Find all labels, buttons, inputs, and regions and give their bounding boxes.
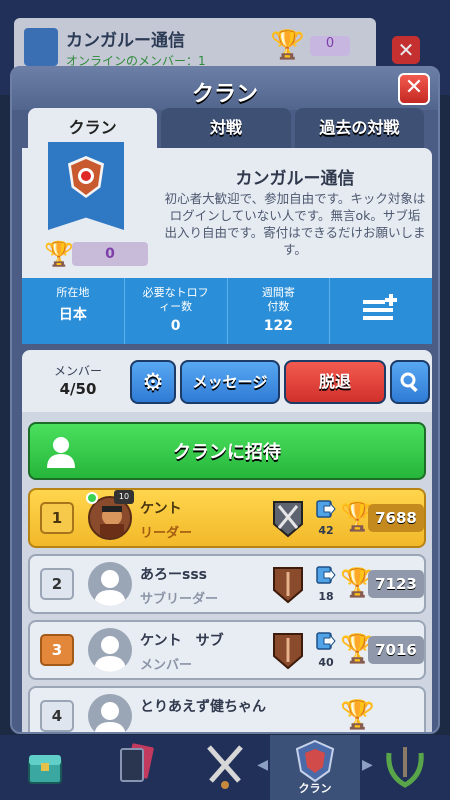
members-label: メンバー: [53, 364, 102, 378]
nav-left-arrow-icon: ◀: [257, 757, 268, 773]
tab-war[interactable]: 対戦: [161, 108, 291, 148]
member-name: あろーsss: [140, 567, 207, 583]
members-count: 4/50: [59, 380, 97, 398]
member-donations: 18: [318, 590, 334, 603]
stat-weekly-donations: 週間寄付数 122: [228, 278, 331, 344]
clan-description: 初心者大歓迎で、参加自由です。キック対象はログインしていない人です。無言ok。サ…: [164, 191, 426, 257]
tab-war-history[interactable]: 過去の対戦: [294, 108, 424, 148]
cards-icon: [120, 743, 154, 782]
gear-icon: ⚙: [142, 368, 164, 396]
member-name: ケント サブ: [140, 633, 224, 649]
member-rank: 1: [40, 502, 74, 534]
leave-button[interactable]: 脱退: [284, 360, 386, 404]
member-list: クランに招待 1 10 ケント リーダー 42 🏆 7688 2 あろーsss …: [22, 412, 432, 732]
stat-location: 所在地 日本: [22, 278, 125, 344]
clan-actions: メンバー 4/50 ⚙ メッセージ 脱退: [22, 350, 432, 412]
member-trophies: 7688: [368, 504, 424, 532]
nav-clan-label: クラン: [298, 782, 332, 795]
nav-battle[interactable]: ◀: [180, 735, 270, 800]
league-sword-icon: [273, 567, 303, 604]
settings-button[interactable]: ⚙: [130, 360, 176, 404]
member-trophies: 7123: [368, 570, 424, 598]
member-avatar: [88, 562, 132, 606]
member-row[interactable]: 4 とりあえず健ちゃん 🏆: [28, 686, 426, 732]
donation-icon: [316, 632, 336, 650]
nav-shop[interactable]: [0, 735, 90, 800]
nav-right-arrow-icon: ▶: [362, 757, 373, 773]
background-clan-name: カンガルー通信: [66, 31, 185, 51]
bottom-nav: ◀ クラン ▶: [0, 735, 450, 800]
stat-required-trophies: 必要なトロフィー数 0: [125, 278, 228, 344]
war-trophy-icon: 🏆: [44, 240, 74, 268]
modal-header: クラン ✕: [12, 68, 438, 110]
clan-name: カンガルー通信: [235, 169, 355, 189]
search-button[interactable]: [390, 360, 430, 404]
member-trophies: 7016: [368, 636, 424, 664]
member-rank: 3: [40, 634, 74, 666]
stat-required-trophies-label: 必要なトロフィー数: [142, 286, 209, 313]
close-button[interactable]: ✕: [398, 73, 430, 105]
clan-info-panel: 🏆 0 カンガルー通信 初心者大歓迎で、参加自由です。キック対象はログインしてい…: [22, 142, 432, 278]
donation-icon: [316, 566, 336, 584]
online-status-icon: [86, 492, 98, 504]
member-donations: 42: [318, 524, 334, 537]
league-sword-icon: [273, 633, 303, 670]
stat-location-label: 所在地: [56, 286, 90, 299]
chest-icon: [28, 755, 62, 784]
league-crossed-swords-icon: [273, 501, 303, 538]
member-row[interactable]: 2 あろーsss サブリーダー 18 🏆 7123: [28, 554, 426, 614]
member-level-badge: 10: [114, 490, 134, 504]
background-close-icon: ✕: [392, 36, 420, 64]
war-trophy-value: 0: [72, 242, 148, 266]
stat-required-trophies-value: 0: [170, 318, 181, 334]
member-role: メンバー: [140, 658, 193, 673]
modal-title: クラン: [191, 82, 258, 107]
member-avatar: [88, 694, 132, 732]
member-rank: 4: [40, 700, 74, 732]
search-icon: [400, 372, 418, 393]
clan-stats-bar: 所在地 日本 必要なトロフィー数 0 週間寄付数 122: [22, 278, 432, 344]
crossed-swords-icon: [207, 745, 243, 789]
background-trophy-value: 0: [310, 36, 350, 56]
member-rank: 2: [40, 568, 74, 600]
clan-shield-icon: [295, 739, 335, 783]
clan-modal: クラン ✕ クラン 対戦 過去の対戦 🏆 0 カンガルー通信 初心者大歓迎で、参…: [10, 66, 440, 734]
donation-icon: [316, 500, 336, 518]
member-row[interactable]: 3 ケント サブ メンバー 40 🏆 7016: [28, 620, 426, 680]
background-trophy-icon: 🏆: [270, 28, 305, 61]
message-button[interactable]: メッセージ: [180, 360, 280, 404]
stat-weekly-donations-value: 122: [263, 318, 293, 334]
stat-location-value: 日本: [58, 307, 87, 323]
list-add-icon: [330, 286, 432, 339]
laurel-sword-icon: [386, 747, 424, 788]
clan-badge-emblem-icon: [78, 168, 94, 184]
trophy-icon: 🏆: [340, 698, 375, 731]
member-role: リーダー: [140, 526, 193, 541]
member-name: ケント: [140, 501, 182, 517]
member-donations: 40: [318, 656, 334, 669]
member-name: とりあえず健ちゃん: [140, 699, 266, 715]
background-clan-badge-icon: [24, 28, 58, 66]
member-role: サブリーダー: [140, 592, 219, 607]
invite-to-clan-button[interactable]: クランに招待: [28, 422, 426, 480]
nav-clan[interactable]: クラン: [270, 735, 360, 800]
edit-clan-button[interactable]: [330, 278, 432, 344]
stat-weekly-donations-label: 週間寄付数: [261, 286, 295, 313]
invite-label: クランに招待: [173, 442, 281, 463]
nav-cards[interactable]: [90, 735, 180, 800]
member-row[interactable]: 1 10 ケント リーダー 42 🏆 7688: [28, 488, 426, 548]
member-avatar: [88, 628, 132, 672]
nav-events[interactable]: ▶: [360, 735, 450, 800]
